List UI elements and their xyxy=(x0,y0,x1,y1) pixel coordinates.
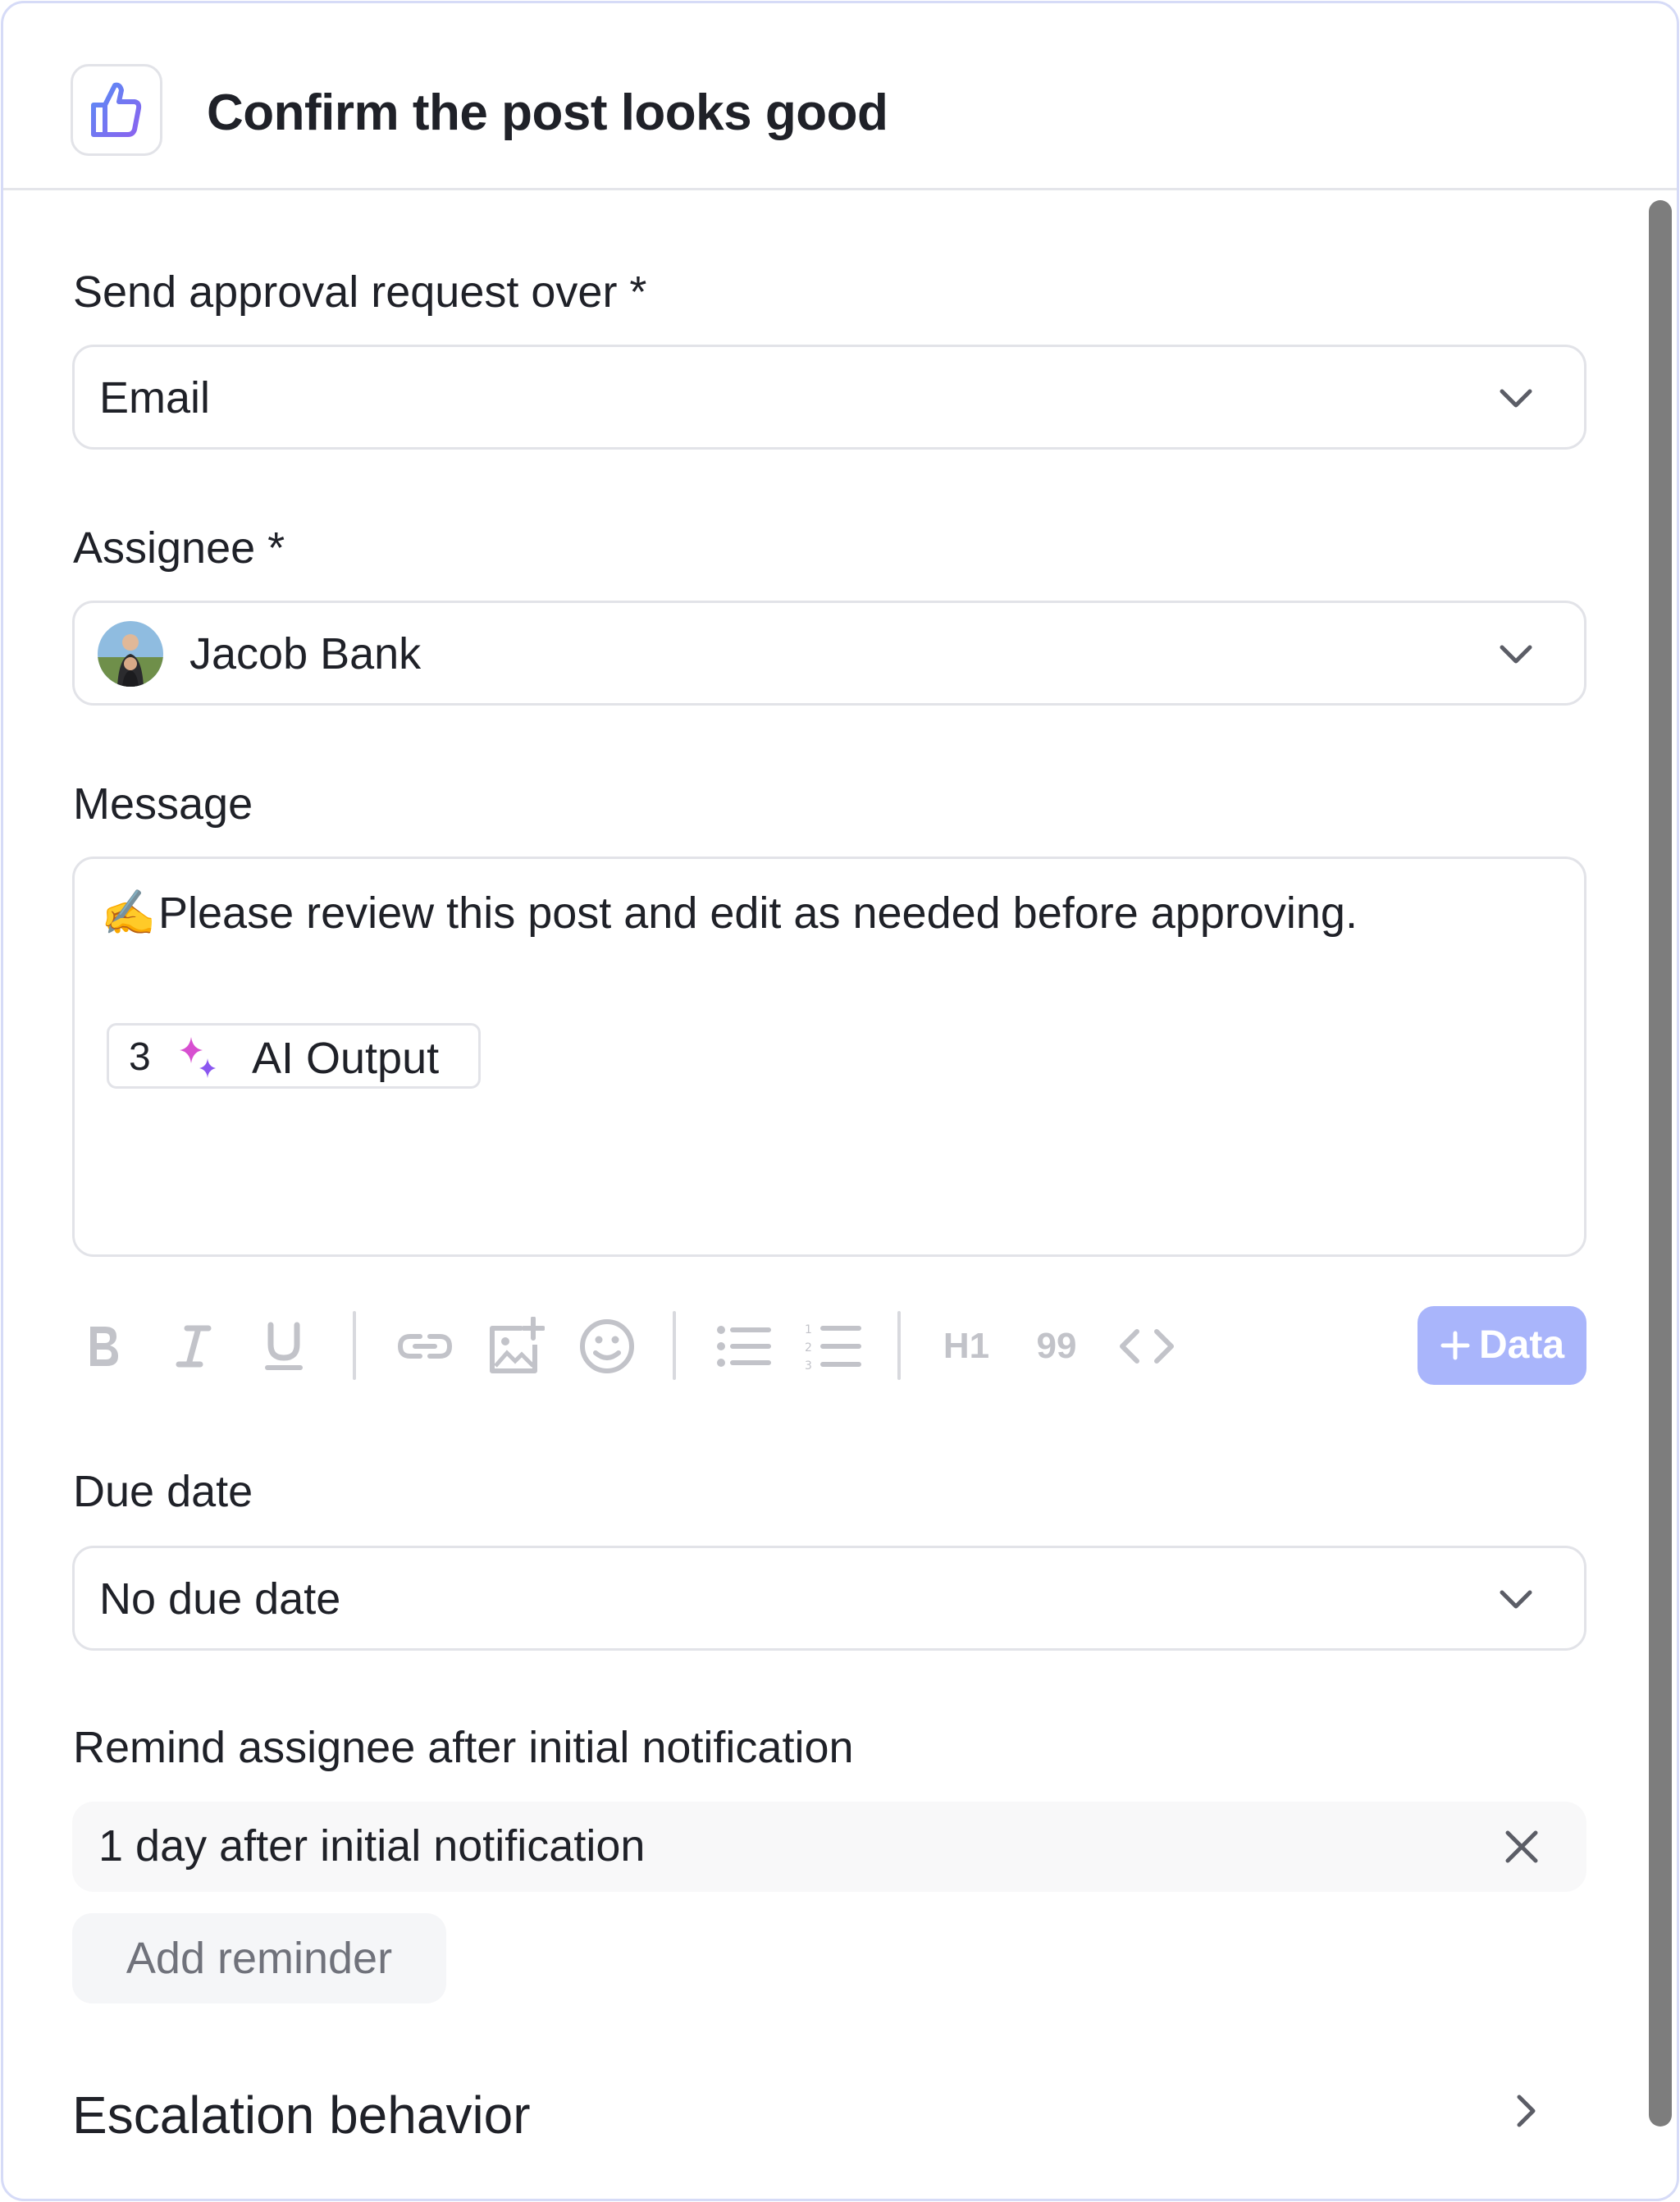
ai-output-variable-chip[interactable]: 3 AI Output xyxy=(107,1023,481,1089)
plus-icon xyxy=(1440,1331,1470,1360)
reminder-item: 1 day after initial notification xyxy=(72,1802,1586,1892)
thumbs-up-icon xyxy=(71,64,162,156)
reminder-item-text: 1 day after initial notification xyxy=(98,1821,646,1871)
sparkles-icon xyxy=(180,1037,216,1078)
svg-text:2: 2 xyxy=(805,1341,812,1355)
reminder-label: Remind assignee after initial notificati… xyxy=(73,1723,854,1772)
bold-icon[interactable] xyxy=(79,1318,128,1375)
image-add-icon[interactable] xyxy=(482,1317,548,1375)
channel-select[interactable]: Email xyxy=(72,345,1586,450)
assignee-label: Assignee * xyxy=(73,523,285,573)
avatar xyxy=(98,621,163,687)
link-icon[interactable] xyxy=(392,1318,458,1375)
channel-label: Send approval request over * xyxy=(73,267,647,317)
message-text-line: ✍️Please review this post and edit as ne… xyxy=(101,887,1358,939)
close-icon[interactable] xyxy=(1503,1828,1541,1866)
heading-icon[interactable]: H1 xyxy=(934,1318,999,1375)
approval-step-panel: Confirm the post looks good Send approva… xyxy=(1,1,1679,2201)
due-date-select-value: No due date xyxy=(99,1574,341,1624)
italic-icon[interactable] xyxy=(169,1318,218,1375)
svg-text:1: 1 xyxy=(805,1323,812,1336)
add-data-button[interactable]: Data xyxy=(1418,1306,1586,1385)
assignee-select[interactable]: Jacob Bank xyxy=(72,601,1586,706)
message-editor[interactable]: ✍️Please review this post and edit as ne… xyxy=(72,857,1586,1257)
toolbar-divider xyxy=(897,1311,901,1380)
emoji-icon[interactable] xyxy=(574,1318,640,1375)
chevron-down-icon xyxy=(1500,645,1532,664)
add-reminder-label: Add reminder xyxy=(126,1934,393,1983)
assignee-select-value: Jacob Bank xyxy=(189,629,422,678)
chip-step-number: 3 xyxy=(129,1035,151,1079)
escalation-section-toggle[interactable]: Escalation behavior xyxy=(72,2082,1586,2145)
chevron-down-icon xyxy=(1500,389,1532,408)
toolbar-divider xyxy=(353,1311,356,1380)
formatting-toolbar: 1 2 3 H1 99 Data xyxy=(72,1306,1586,1385)
chip-label: AI Output xyxy=(252,1034,440,1083)
chevron-down-icon xyxy=(1500,1590,1532,1609)
toolbar-divider xyxy=(673,1311,676,1380)
chevron-right-icon xyxy=(1517,2095,1536,2127)
add-reminder-button[interactable]: Add reminder xyxy=(72,1913,446,2003)
scrollbar[interactable] xyxy=(1649,200,1672,2127)
message-label: Message xyxy=(73,779,253,829)
numbered-list-icon[interactable]: 1 2 3 xyxy=(801,1318,866,1375)
add-data-button-label: Data xyxy=(1478,1323,1565,1367)
panel-header: Confirm the post looks good xyxy=(3,3,1677,190)
svg-text:3: 3 xyxy=(805,1359,812,1373)
underline-icon[interactable] xyxy=(259,1318,308,1375)
quote-icon[interactable]: 99 xyxy=(1024,1318,1089,1375)
due-date-select[interactable]: No due date xyxy=(72,1546,1586,1651)
code-icon[interactable] xyxy=(1114,1318,1180,1375)
due-date-label: Due date xyxy=(73,1467,253,1516)
channel-select-value: Email xyxy=(99,373,211,423)
writing-hand-emoji: ✍️ xyxy=(101,889,157,938)
bullet-list-icon[interactable] xyxy=(710,1318,776,1375)
page-title: Confirm the post looks good xyxy=(207,85,888,141)
message-text: Please review this post and edit as need… xyxy=(158,889,1358,938)
escalation-title: Escalation behavior xyxy=(72,2086,531,2145)
